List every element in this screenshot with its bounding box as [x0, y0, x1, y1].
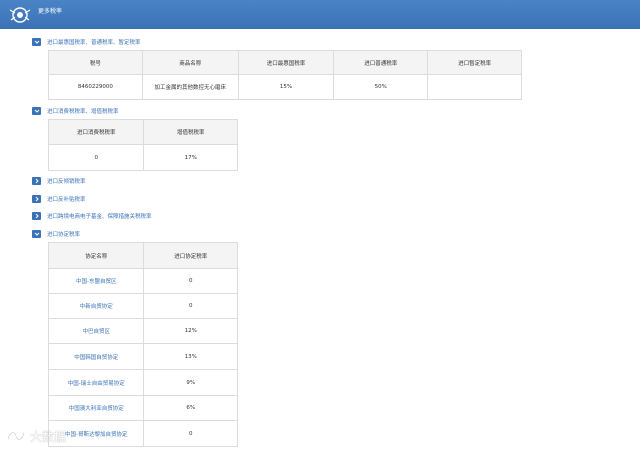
- section-title: 进口反倾销税率: [47, 179, 86, 185]
- column-header: 进口协定税率: [143, 242, 238, 269]
- consumption-vat-table: 进口消费税税率 增值税税率 0 17%: [47, 119, 238, 171]
- general-rate: 50%: [333, 74, 429, 100]
- page-title: 更多税率: [38, 8, 63, 15]
- chevron-down-icon[interactable]: [32, 107, 41, 115]
- agreement-rate: 6%: [143, 395, 238, 421]
- section-mfn-header[interactable]: 进口最惠国税率、普通税率、暂定税率: [32, 37, 141, 47]
- watermark-text: 大数据: [30, 430, 67, 444]
- table-row: 8460229000 加工金属的其他数控无心磨床 15% 50%: [48, 74, 522, 100]
- section-title: 进口跨境电商电子基金、保障措施关税税率: [47, 214, 152, 220]
- table-row: 0 17%: [47, 144, 238, 171]
- chevron-right-icon[interactable]: [32, 195, 41, 203]
- vat-rate: 17%: [143, 144, 238, 171]
- mfn-rate-table: 税号 商品名称 进口最惠国税率 进口普通税率 进口暂定税率 8460229000…: [48, 50, 522, 100]
- agreement-name-link[interactable]: 中国-东盟自贸区: [47, 268, 145, 294]
- consumption-tax-rate: 0: [47, 144, 145, 171]
- column-header: 进口普通税率: [333, 50, 429, 75]
- agreement-name-link[interactable]: 中国韩国自贸协定: [47, 343, 145, 370]
- section-title: 进口协定税率: [47, 232, 81, 238]
- agreement-rate: 0: [143, 293, 238, 319]
- chevron-down-icon[interactable]: [32, 38, 41, 46]
- top-bar: 更多税率: [0, 0, 640, 29]
- agreement-name-link[interactable]: 中国澳大利亚自贸协定: [47, 395, 145, 421]
- provisional-rate: [427, 74, 522, 100]
- table-row: 中国-东盟自贸区 0: [47, 268, 238, 294]
- agreement-name-link[interactable]: 中新自贸协定: [47, 293, 145, 319]
- section-title: 进口消费税税率、增值税税率: [47, 109, 119, 115]
- column-header: 协定名称: [47, 242, 145, 269]
- watermark-logo-icon: [6, 429, 26, 445]
- chevron-right-icon[interactable]: [32, 177, 41, 185]
- chevron-down-icon[interactable]: [32, 230, 41, 238]
- agreement-name-link[interactable]: 中国-瑞士自由贸易协定: [47, 369, 145, 396]
- customs-emblem-icon: [8, 6, 32, 24]
- column-header: 进口暂定税率: [427, 50, 522, 75]
- section-antidumping-header[interactable]: 进口反倾销税率: [32, 176, 86, 186]
- column-header: 进口消费税税率: [47, 119, 145, 145]
- section-countervailing-header[interactable]: 进口反补贴税率: [32, 194, 86, 204]
- agreement-rate: 0: [143, 420, 238, 447]
- column-header: 增值税税率: [143, 119, 238, 145]
- table-row: 中国韩国自贸协定 13%: [47, 343, 238, 370]
- table-row: 中国-哥斯达黎加自贸协定 0: [47, 420, 238, 447]
- section-ecommerce-header[interactable]: 进口跨境电商电子基金、保障措施关税税率: [32, 211, 152, 221]
- agreement-rate: 0: [143, 268, 238, 294]
- table-row: 中巴自贸区 12%: [47, 318, 238, 344]
- agreement-rate: 9%: [143, 369, 238, 396]
- section-title: 进口反补贴税率: [47, 197, 86, 203]
- agreement-rate: 12%: [143, 318, 238, 344]
- product-name: 加工金属的其他数控无心磨床: [141, 74, 239, 100]
- column-header: 进口最惠国税率: [237, 50, 335, 75]
- agreement-rate: 13%: [143, 343, 238, 370]
- mfn-rate: 15%: [237, 74, 335, 100]
- table-row: 中新自贸协定 0: [47, 293, 238, 319]
- table-row: 中国澳大利亚自贸协定 6%: [47, 395, 238, 421]
- column-header: 税号: [48, 50, 143, 75]
- column-header: 商品名称: [141, 50, 239, 75]
- tariff-code: 8460229000: [48, 74, 143, 100]
- chevron-right-icon[interactable]: [32, 212, 41, 220]
- section-title: 进口最惠国税率、普通税率、暂定税率: [47, 40, 141, 46]
- agreement-name-link[interactable]: 中巴自贸区: [47, 318, 145, 344]
- section-agreement-header[interactable]: 进口协定税率: [32, 229, 80, 239]
- table-row: 中国-瑞士自由贸易协定 9%: [47, 369, 238, 396]
- agreement-rate-table: 协定名称 进口协定税率 中国-东盟自贸区 0 中新自贸协定 0 中巴自贸区 12…: [47, 242, 238, 447]
- section-consumption-header[interactable]: 进口消费税税率、增值税税率: [32, 106, 119, 116]
- watermark: 大数据: [6, 428, 66, 445]
